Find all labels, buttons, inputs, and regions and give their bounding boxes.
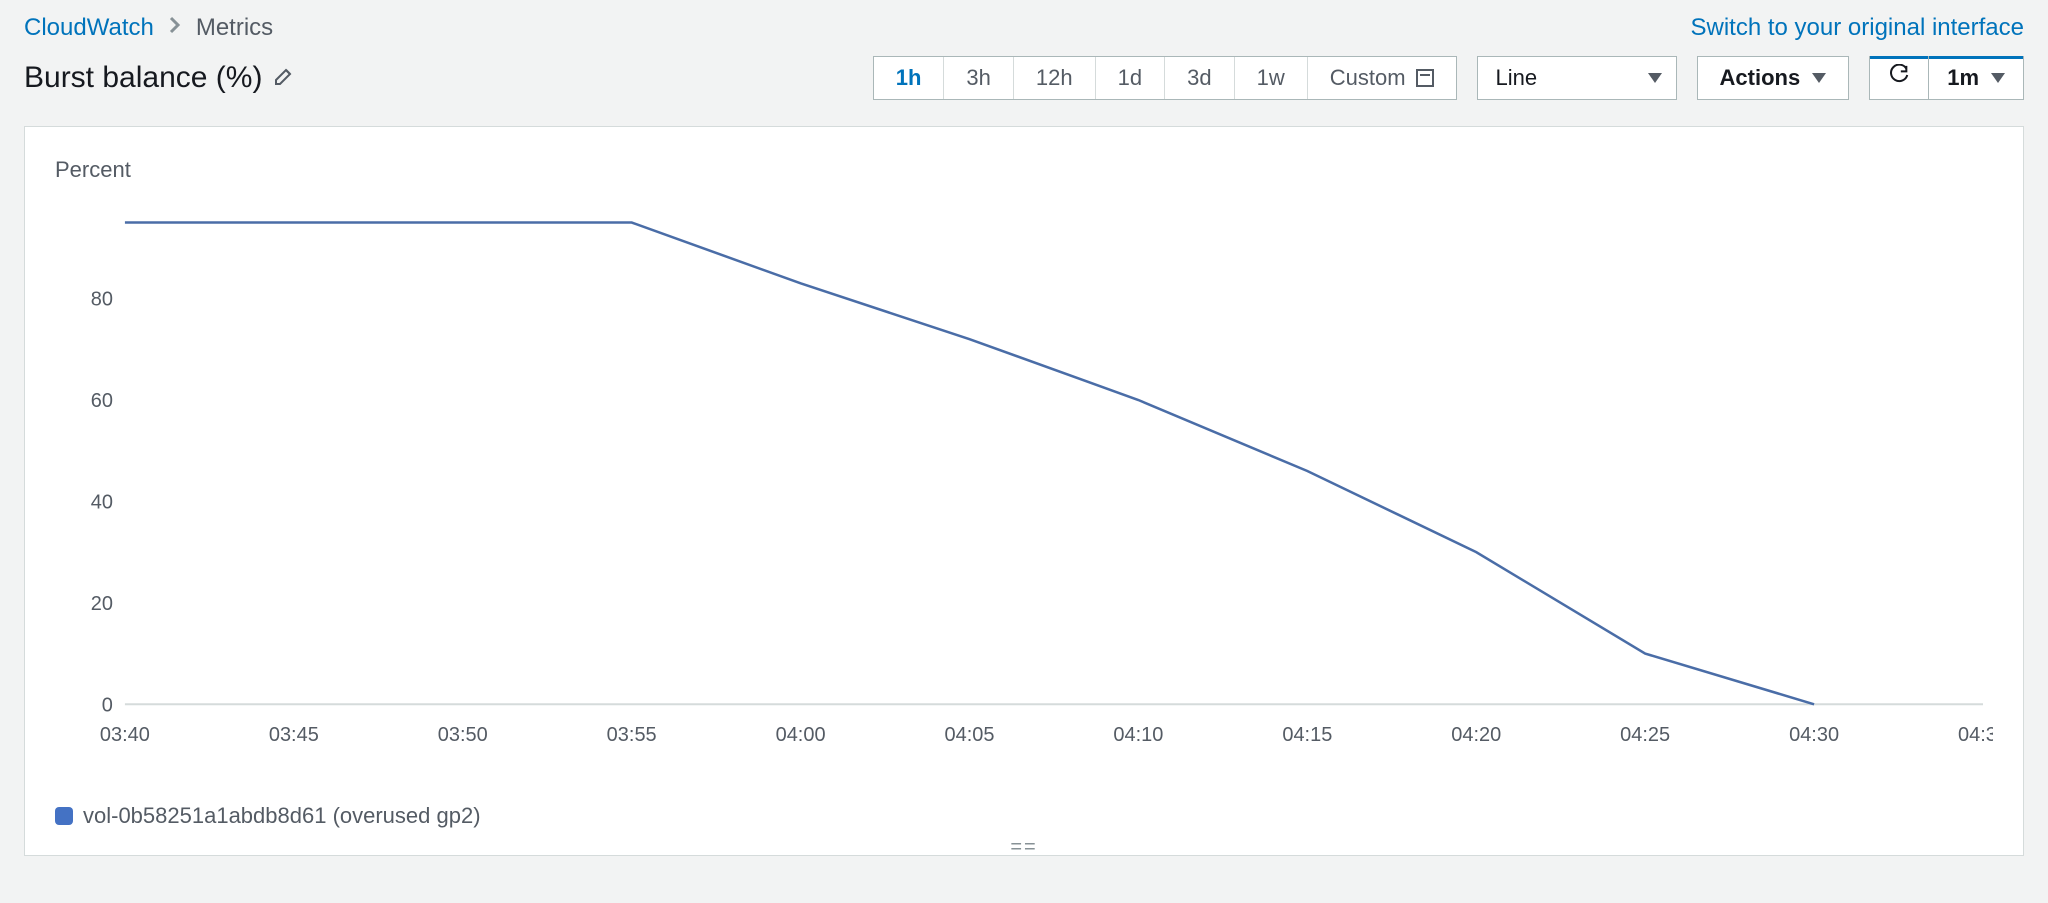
svg-text:40: 40	[91, 491, 113, 513]
actions-button[interactable]: Actions	[1697, 56, 1850, 100]
svg-text:03:45: 03:45	[269, 724, 319, 746]
svg-text:04:35: 04:35	[1958, 724, 1993, 746]
svg-text:04:25: 04:25	[1620, 724, 1670, 746]
refresh-button[interactable]	[1869, 56, 1928, 100]
svg-text:04:20: 04:20	[1451, 724, 1501, 746]
caret-down-icon	[1991, 73, 2005, 83]
time-range-3h[interactable]: 3h	[944, 57, 1013, 99]
time-range-1w[interactable]: 1w	[1235, 57, 1308, 99]
time-range-1d[interactable]: 1d	[1096, 57, 1165, 99]
switch-interface-link[interactable]: Switch to your original interface	[1691, 14, 2025, 42]
resize-handle-icon[interactable]: ==	[1010, 836, 1037, 859]
breadcrumb: CloudWatch Metrics	[24, 14, 273, 42]
svg-text:04:05: 04:05	[945, 724, 995, 746]
breadcrumb-current: Metrics	[196, 14, 273, 42]
svg-text:03:40: 03:40	[100, 724, 150, 746]
breadcrumb-root[interactable]: CloudWatch	[24, 14, 154, 42]
legend-swatch-icon	[55, 807, 73, 825]
actions-label: Actions	[1720, 65, 1801, 91]
svg-text:03:55: 03:55	[607, 724, 657, 746]
refresh-period-select[interactable]: 1m	[1928, 56, 2024, 100]
caret-down-icon	[1812, 73, 1826, 83]
svg-text:04:15: 04:15	[1282, 724, 1332, 746]
time-range-1h[interactable]: 1h	[874, 57, 945, 99]
svg-text:80: 80	[91, 289, 113, 311]
chart-panel: Percent 0 20 40 60 80 03:40 03:45 03:50 03:55 04:…	[24, 126, 2024, 856]
svg-text:04:10: 04:10	[1113, 724, 1163, 746]
graph-type-value: Line	[1496, 65, 1538, 91]
refresh-icon	[1888, 64, 1910, 92]
chevron-right-icon	[168, 14, 182, 42]
page-title: Burst balance (%)	[24, 61, 262, 95]
caret-down-icon	[1648, 73, 1662, 83]
time-range-12h[interactable]: 12h	[1014, 57, 1096, 99]
time-range-group: 1h3h12h1d3d1w Custom	[873, 56, 1457, 100]
custom-label: Custom	[1330, 65, 1406, 91]
svg-text:04:00: 04:00	[776, 724, 826, 746]
svg-text:04:30: 04:30	[1789, 724, 1839, 746]
refresh-period-value: 1m	[1947, 65, 1979, 91]
time-range-3d[interactable]: 3d	[1165, 57, 1234, 99]
chart-legend: vol-0b58251a1abdb8d61 (overused gp2)	[55, 803, 481, 829]
toolbar: 1h3h12h1d3d1w Custom Line Actions	[873, 56, 2024, 100]
line-chart[interactable]: 0 20 40 60 80 03:40 03:45 03:50 03:55 04:00 04:05 0…	[55, 187, 1993, 755]
legend-series-label: vol-0b58251a1abdb8d61 (overused gp2)	[83, 803, 481, 829]
svg-text:20: 20	[91, 593, 113, 615]
edit-icon[interactable]	[272, 64, 296, 93]
time-range-custom[interactable]: Custom	[1308, 57, 1456, 99]
svg-text:03:50: 03:50	[438, 724, 488, 746]
y-axis-label: Percent	[55, 157, 131, 183]
svg-text:60: 60	[91, 390, 113, 412]
svg-text:0: 0	[102, 694, 113, 716]
calendar-icon	[1416, 69, 1434, 87]
graph-type-select[interactable]: Line	[1477, 56, 1677, 100]
